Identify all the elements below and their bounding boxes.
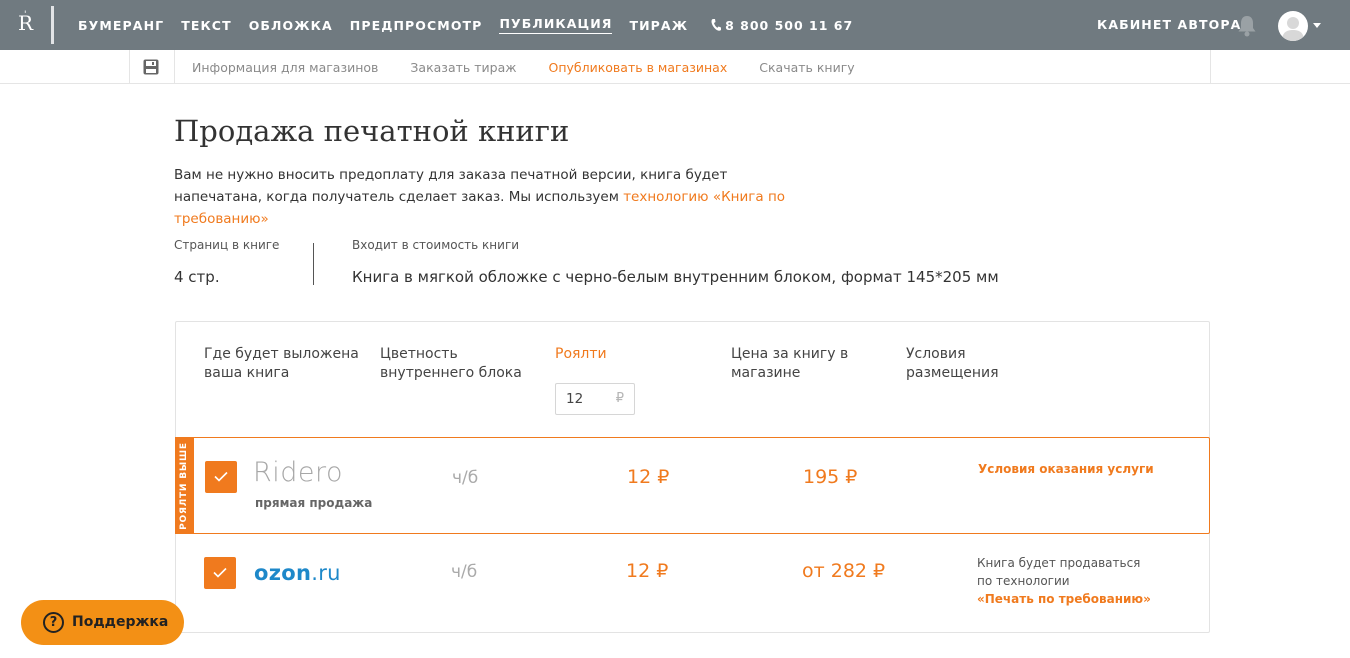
main-nav: БУМЕРАНГ ТЕКСТ ОБЛОЖКА ПРЕДПРОСМОТР ПУБЛ… bbox=[78, 0, 853, 50]
ozon-royalty: 12 ₽ bbox=[626, 560, 669, 582]
save-icon[interactable] bbox=[143, 59, 159, 75]
ozon-terms-link[interactable]: «Печать по требованию» bbox=[977, 592, 1151, 606]
logo-divider bbox=[51, 6, 54, 44]
header-royalty: Роялти bbox=[555, 346, 607, 362]
subbar-divider bbox=[1210, 50, 1211, 84]
header-terms: Условия размещения bbox=[906, 346, 999, 381]
header-price: Цена за книгу в магазине bbox=[731, 346, 849, 381]
ozon-price: от 282 ₽ bbox=[802, 560, 886, 582]
question-icon: ? bbox=[43, 612, 64, 633]
avatar[interactable] bbox=[1278, 11, 1308, 41]
ruble-icon: ₽ bbox=[615, 391, 624, 406]
nav-item-boomerang[interactable]: БУМЕРАНГ bbox=[78, 18, 164, 33]
ozon-terms-line1: Книга будет продаваться bbox=[977, 556, 1141, 570]
chevron-down-icon[interactable] bbox=[1313, 23, 1321, 28]
header-store: Где будет выложена ваша книга bbox=[204, 346, 359, 381]
ribbon-label: РОЯЛТИ ВЫШЕ bbox=[179, 442, 189, 530]
ridero-price: 195 ₽ bbox=[803, 466, 858, 488]
phone-icon bbox=[711, 19, 722, 31]
publication-subnav: Информация для магазинов Заказать тираж … bbox=[192, 50, 887, 84]
ridero-checkbox[interactable] bbox=[205, 461, 237, 493]
royalty-higher-ribbon: РОЯЛТИ ВЫШЕ bbox=[175, 437, 194, 534]
ozon-color: ч/б bbox=[451, 562, 478, 582]
phone-number-text: 8 800 500 11 67 bbox=[725, 17, 854, 33]
ridero-direct-sale: прямая продажа bbox=[255, 496, 373, 510]
author-cabinet-link[interactable]: КАБИНЕТ АВТОРА bbox=[1097, 17, 1241, 32]
ozon-store-logo: ozon.ru bbox=[254, 561, 341, 585]
page-title: Продажа печатной книги bbox=[174, 114, 570, 148]
nav-item-print-run[interactable]: ТИРАЖ bbox=[629, 18, 688, 33]
subnav-download-book[interactable]: Скачать книгу bbox=[759, 60, 854, 75]
checkmark-icon bbox=[214, 471, 228, 482]
header-color: Цветность внутреннего блока bbox=[380, 346, 522, 381]
intro-text: Вам не нужно вносить предоплату для зака… bbox=[174, 164, 814, 230]
ozon-checkbox[interactable] bbox=[204, 557, 236, 589]
support-button[interactable]: ? Поддержка bbox=[21, 600, 184, 645]
subnav-store-info[interactable]: Информация для магазинов bbox=[192, 60, 378, 75]
ridero-color: ч/б bbox=[452, 468, 479, 488]
ridero-logo[interactable]: R ' bbox=[14, 6, 54, 44]
table-row: РОЯЛТИ ВЫШЕ Ridero прямая продажа ч/б 12… bbox=[175, 437, 1210, 534]
ozon-terms-line2: по технологии bbox=[977, 574, 1070, 588]
nav-item-text[interactable]: ТЕКСТ bbox=[181, 18, 231, 33]
ridero-royalty: 12 ₽ bbox=[627, 466, 670, 488]
nav-item-cover[interactable]: ОБЛОЖКА bbox=[249, 18, 333, 33]
royalty-input[interactable]: 12 ₽ bbox=[555, 383, 635, 415]
ozon-logo-main: ozon bbox=[254, 561, 312, 585]
stores-table: Где будет выложена ваша книга Цветность … bbox=[175, 321, 1210, 633]
avatar-icon bbox=[1282, 17, 1304, 41]
royalty-input-value: 12 bbox=[566, 391, 584, 407]
nav-item-preview[interactable]: ПРЕДПРОСМОТР bbox=[350, 18, 483, 33]
secondary-nav-bar: Информация для магазинов Заказать тираж … bbox=[0, 50, 1350, 84]
subnav-order-print-run[interactable]: Заказать тираж bbox=[410, 60, 516, 75]
subbar-divider bbox=[129, 50, 130, 84]
subbar-divider bbox=[174, 50, 175, 84]
phone-number[interactable]: 8 800 500 11 67 bbox=[711, 18, 853, 33]
table-row: ozon.ru ч/б 12 ₽ от 282 ₽ Книга будет пр… bbox=[175, 534, 1210, 633]
pages-label: Страниц в книге bbox=[174, 238, 280, 252]
ridero-terms-link[interactable]: Условия оказания услуги bbox=[978, 462, 1154, 476]
support-label: Поддержка bbox=[72, 614, 169, 630]
nav-item-publication[interactable]: ПУБЛИКАЦИЯ bbox=[499, 16, 613, 34]
includes-value: Книга в мягкой обложке с черно-белым вну… bbox=[352, 268, 999, 286]
includes-label: Входит в стоимость книги bbox=[352, 238, 520, 252]
ridero-store-logo: Ridero bbox=[253, 457, 344, 488]
top-navigation-bar: R ' БУМЕРАНГ ТЕКСТ ОБЛОЖКА ПРЕДПРОСМОТР … bbox=[0, 0, 1350, 50]
checkmark-icon bbox=[213, 567, 227, 578]
info-divider bbox=[313, 243, 314, 285]
subnav-publish-in-stores[interactable]: Опубликовать в магазинах bbox=[549, 60, 728, 75]
bell-icon[interactable] bbox=[1237, 15, 1257, 37]
ozon-logo-tld: .ru bbox=[311, 561, 341, 585]
logo-accent-mark: ' bbox=[24, 10, 27, 20]
pages-value: 4 стр. bbox=[174, 268, 220, 286]
